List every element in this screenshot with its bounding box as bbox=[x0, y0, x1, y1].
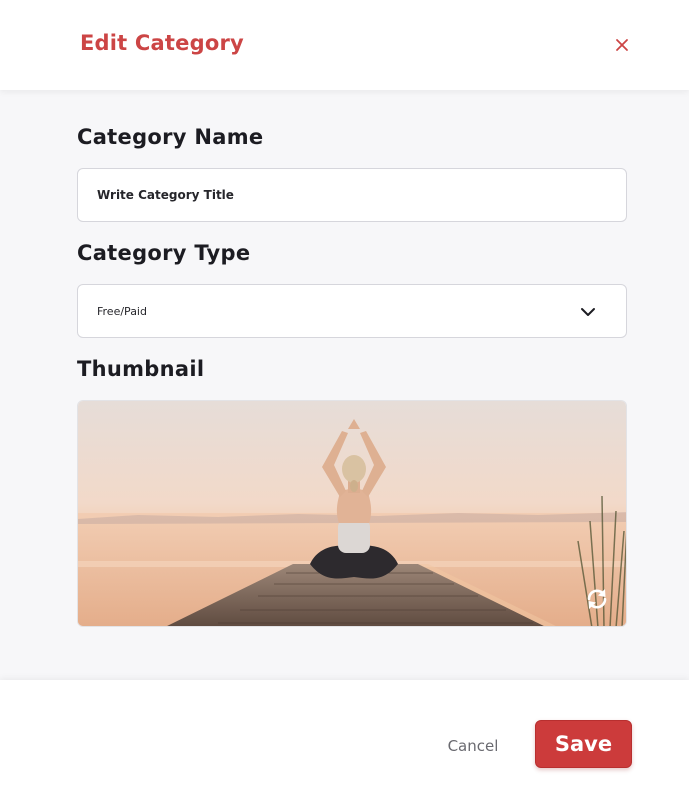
close-icon bbox=[616, 39, 628, 51]
category-name-value: Write Category Title bbox=[97, 188, 234, 202]
modal-body: Category Name Write Category Title Categ… bbox=[0, 90, 689, 680]
modal-footer: Cancel Save bbox=[0, 680, 689, 812]
category-type-select[interactable]: Free/Paid bbox=[77, 284, 627, 338]
cancel-button[interactable]: Cancel bbox=[437, 734, 509, 758]
category-type-value: Free/Paid bbox=[97, 305, 147, 318]
category-name-label: Category Name bbox=[77, 125, 264, 149]
category-type-label: Category Type bbox=[77, 241, 251, 265]
modal-header: Edit Category bbox=[0, 0, 689, 90]
chevron-down-icon bbox=[581, 308, 595, 316]
save-button[interactable]: Save bbox=[535, 720, 632, 768]
thumbnail-label: Thumbnail bbox=[77, 357, 205, 381]
refresh-icon[interactable] bbox=[583, 585, 611, 613]
close-button[interactable] bbox=[612, 35, 632, 55]
yoga-scene-illustration bbox=[78, 401, 626, 626]
thumbnail-image[interactable] bbox=[77, 400, 627, 627]
category-name-input[interactable]: Write Category Title bbox=[77, 168, 627, 222]
modal-title: Edit Category bbox=[80, 31, 244, 55]
